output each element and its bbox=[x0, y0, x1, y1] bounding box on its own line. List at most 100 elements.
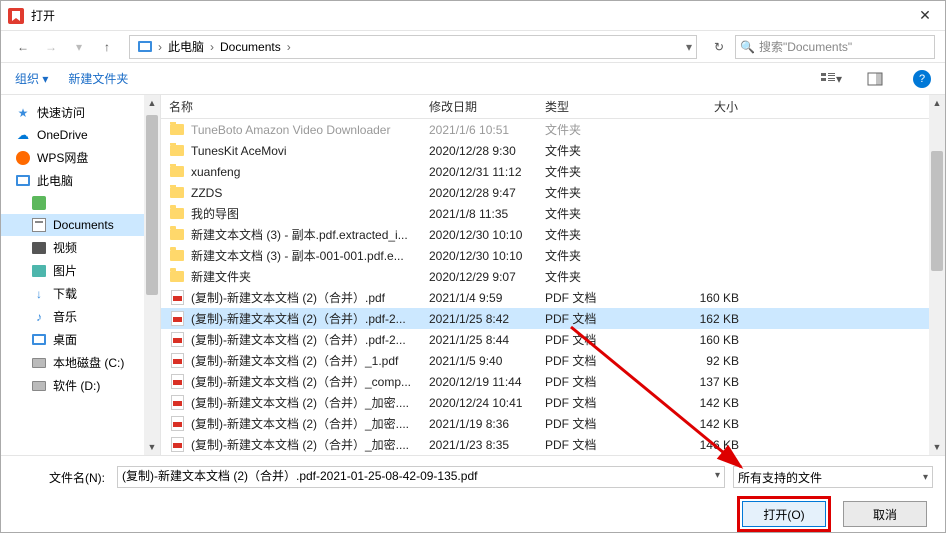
sidebar-item[interactable]: ♪音乐 bbox=[1, 305, 160, 328]
sidebar-icon bbox=[15, 150, 31, 166]
table-row[interactable]: xuanfeng2020/12/31 11:12文件夹 bbox=[161, 161, 945, 182]
sidebar-item[interactable]: 软件 (D:) bbox=[1, 374, 160, 397]
scroll-thumb[interactable] bbox=[146, 115, 158, 295]
table-row[interactable]: (复制)-新建文本文档 (2)（合并）_加密....2020/12/24 10:… bbox=[161, 392, 945, 413]
sidebar-item-label: 视频 bbox=[53, 239, 77, 256]
sidebar-scrollbar[interactable]: ▲ ▼ bbox=[144, 95, 160, 455]
sidebar-item[interactable]: ★快速访问 bbox=[1, 101, 160, 124]
newfolder-button[interactable]: 新建文件夹 bbox=[68, 70, 128, 87]
filetype-filter[interactable]: 所有支持的文件 ▾ bbox=[733, 466, 933, 488]
table-row[interactable]: (复制)-新建文本文档 (2)（合并）_加密.... 2021/1/19 8:36… bbox=[161, 413, 945, 434]
scroll-thumb[interactable] bbox=[931, 151, 943, 271]
table-row[interactable]: ZZDS2020/12/28 9:47文件夹 bbox=[161, 182, 945, 203]
sidebar-icon bbox=[31, 263, 47, 279]
sidebar-icon: ↓ bbox=[31, 286, 47, 302]
refresh-button[interactable]: ↻ bbox=[707, 35, 731, 59]
breadcrumb-dropdown-icon[interactable]: ▾ bbox=[686, 40, 692, 54]
scroll-down-icon[interactable]: ▼ bbox=[144, 439, 160, 455]
table-row[interactable]: 新建文本文档 (3) - 副本.pdf.extracted_i...2020/1… bbox=[161, 224, 945, 245]
sidebar-item[interactable]: ↓下载 bbox=[1, 282, 160, 305]
breadcrumb-root-icon[interactable] bbox=[134, 41, 156, 52]
file-name: (复制)-新建文本文档 (2)（合并）.pdf-2... bbox=[191, 331, 406, 348]
col-size[interactable]: 大小 bbox=[647, 98, 747, 115]
chevron-down-icon[interactable]: ▾ bbox=[715, 470, 720, 481]
col-name[interactable]: 名称 bbox=[161, 98, 421, 115]
sidebar-item-label: 桌面 bbox=[53, 331, 77, 348]
pdf-icon bbox=[169, 395, 185, 411]
sidebar-item[interactable]: ☁OneDrive bbox=[1, 124, 160, 146]
file-date: 2021/1/25 8:42 bbox=[421, 312, 537, 326]
sidebar-item[interactable]: 此电脑 bbox=[1, 169, 160, 192]
file-name: (复制)-新建文本文档 (2)（合并）.pdf bbox=[191, 289, 385, 306]
table-row[interactable]: (复制)-新建文本文档 (2)（合并）.pdf-2...2021/1/25 8:… bbox=[161, 329, 945, 350]
table-row[interactable]: (复制)-新建文本文档 (2)（合并）.pdf-2... 2021/1/25 8:… bbox=[161, 308, 945, 329]
view-details-button[interactable]: ▾ bbox=[819, 67, 843, 91]
help-button[interactable]: ? bbox=[913, 70, 931, 88]
col-date[interactable]: 修改日期 bbox=[421, 98, 537, 115]
organize-button[interactable]: 组织 ▾ bbox=[15, 70, 48, 87]
file-type: PDF 文档 bbox=[537, 415, 647, 432]
nav-history-button[interactable]: ▾ bbox=[67, 35, 91, 59]
filelist-scrollbar[interactable]: ▲ ▼ bbox=[929, 95, 945, 455]
file-name: (复制)-新建文本文档 (2)（合并）_加密.... bbox=[191, 436, 409, 453]
chevron-down-icon[interactable]: ▾ bbox=[923, 472, 928, 483]
sidebar-icon bbox=[31, 195, 47, 211]
sidebar-item[interactable]: Documents bbox=[1, 214, 160, 236]
file-date: 2020/12/24 10:41 bbox=[421, 396, 537, 410]
file-type: 文件夹 bbox=[537, 247, 647, 264]
nav-forward-button[interactable]: → bbox=[39, 35, 63, 59]
table-row[interactable]: (复制)-新建文本文档 (2)（合并）_1.pdf2021/1/5 9:40PD… bbox=[161, 350, 945, 371]
sidebar-icon: ☁ bbox=[15, 127, 31, 143]
chevron-right-icon: › bbox=[156, 40, 164, 54]
file-name: (复制)-新建文本文档 (2)（合并）_加密.... bbox=[191, 415, 409, 432]
folder-icon bbox=[169, 206, 185, 222]
filename-input[interactable]: (复制)-新建文本文档 (2)（合并）.pdf-2021-01-25-08-42… bbox=[117, 466, 725, 488]
preview-pane-button[interactable] bbox=[863, 67, 887, 91]
nav-up-button[interactable]: ↑ bbox=[95, 35, 119, 59]
app-icon bbox=[7, 7, 25, 25]
search-input[interactable]: 🔍 搜索"Documents" bbox=[735, 35, 935, 59]
file-name: 新建文本文档 (3) - 副本-001-001.pdf.e... bbox=[191, 247, 404, 264]
col-type[interactable]: 类型 bbox=[537, 98, 647, 115]
close-button[interactable]: ✕ bbox=[911, 7, 939, 24]
sidebar-icon bbox=[31, 378, 47, 394]
nav-back-button[interactable]: ← bbox=[11, 35, 35, 59]
sidebar-item[interactable]: WPS网盘 bbox=[1, 146, 160, 169]
scroll-up-icon[interactable]: ▲ bbox=[929, 95, 945, 111]
breadcrumb-pc[interactable]: 此电脑 bbox=[164, 38, 208, 55]
file-size: 137 KB bbox=[647, 375, 747, 389]
file-type: 文件夹 bbox=[537, 226, 647, 243]
table-row[interactable]: (复制)-新建文本文档 (2)（合并）_加密.... 2021/1/23 8:35… bbox=[161, 434, 945, 455]
toolbar: 组织 ▾ 新建文件夹 ▾ ? bbox=[1, 63, 945, 95]
table-row[interactable]: 我的导图2021/1/8 11:35文件夹 bbox=[161, 203, 945, 224]
file-date: 2020/12/29 9:07 bbox=[421, 270, 537, 284]
open-button[interactable]: 打开(O) bbox=[742, 501, 826, 527]
file-name: (复制)-新建文本文档 (2)（合并）.pdf-2... bbox=[191, 310, 406, 327]
file-date: 2020/12/28 9:47 bbox=[421, 186, 537, 200]
scroll-up-icon[interactable]: ▲ bbox=[144, 95, 160, 111]
file-size: 142 KB bbox=[647, 417, 747, 431]
chevron-right-icon: › bbox=[285, 40, 293, 54]
breadcrumb[interactable]: › 此电脑 › Documents › ▾ bbox=[129, 35, 697, 59]
scroll-down-icon[interactable]: ▼ bbox=[929, 439, 945, 455]
file-date: 2021/1/19 8:36 bbox=[421, 417, 537, 431]
sidebar-item[interactable]: 桌面 bbox=[1, 328, 160, 351]
cancel-button[interactable]: 取消 bbox=[843, 501, 927, 527]
sidebar-item[interactable] bbox=[1, 192, 160, 214]
pdf-icon bbox=[169, 290, 185, 306]
table-row[interactable]: (复制)-新建文本文档 (2)（合并）.pdf2021/1/4 9:59PDF … bbox=[161, 287, 945, 308]
folder-icon bbox=[169, 143, 185, 159]
table-row[interactable]: (复制)-新建文本文档 (2)（合并）_comp...2020/12/19 11… bbox=[161, 371, 945, 392]
file-date: 2020/12/19 11:44 bbox=[421, 375, 537, 389]
sidebar-item[interactable]: 本地磁盘 (C:) bbox=[1, 351, 160, 374]
sidebar-item[interactable]: 图片 bbox=[1, 259, 160, 282]
table-row[interactable]: 新建文本文档 (3) - 副本-001-001.pdf.e...2020/12/… bbox=[161, 245, 945, 266]
sidebar-item[interactable]: 视频 bbox=[1, 236, 160, 259]
breadcrumb-folder[interactable]: Documents bbox=[216, 40, 285, 54]
table-row[interactable]: TuneBoto Amazon Video Downloader2021/1/6… bbox=[161, 119, 945, 140]
file-date: 2021/1/23 8:35 bbox=[421, 438, 537, 452]
table-row[interactable]: 新建文件夹2020/12/29 9:07文件夹 bbox=[161, 266, 945, 287]
file-size: 160 KB bbox=[647, 291, 747, 305]
table-row[interactable]: TunesKit AceMovi2020/12/28 9:30文件夹 bbox=[161, 140, 945, 161]
sidebar-icon bbox=[31, 240, 47, 256]
